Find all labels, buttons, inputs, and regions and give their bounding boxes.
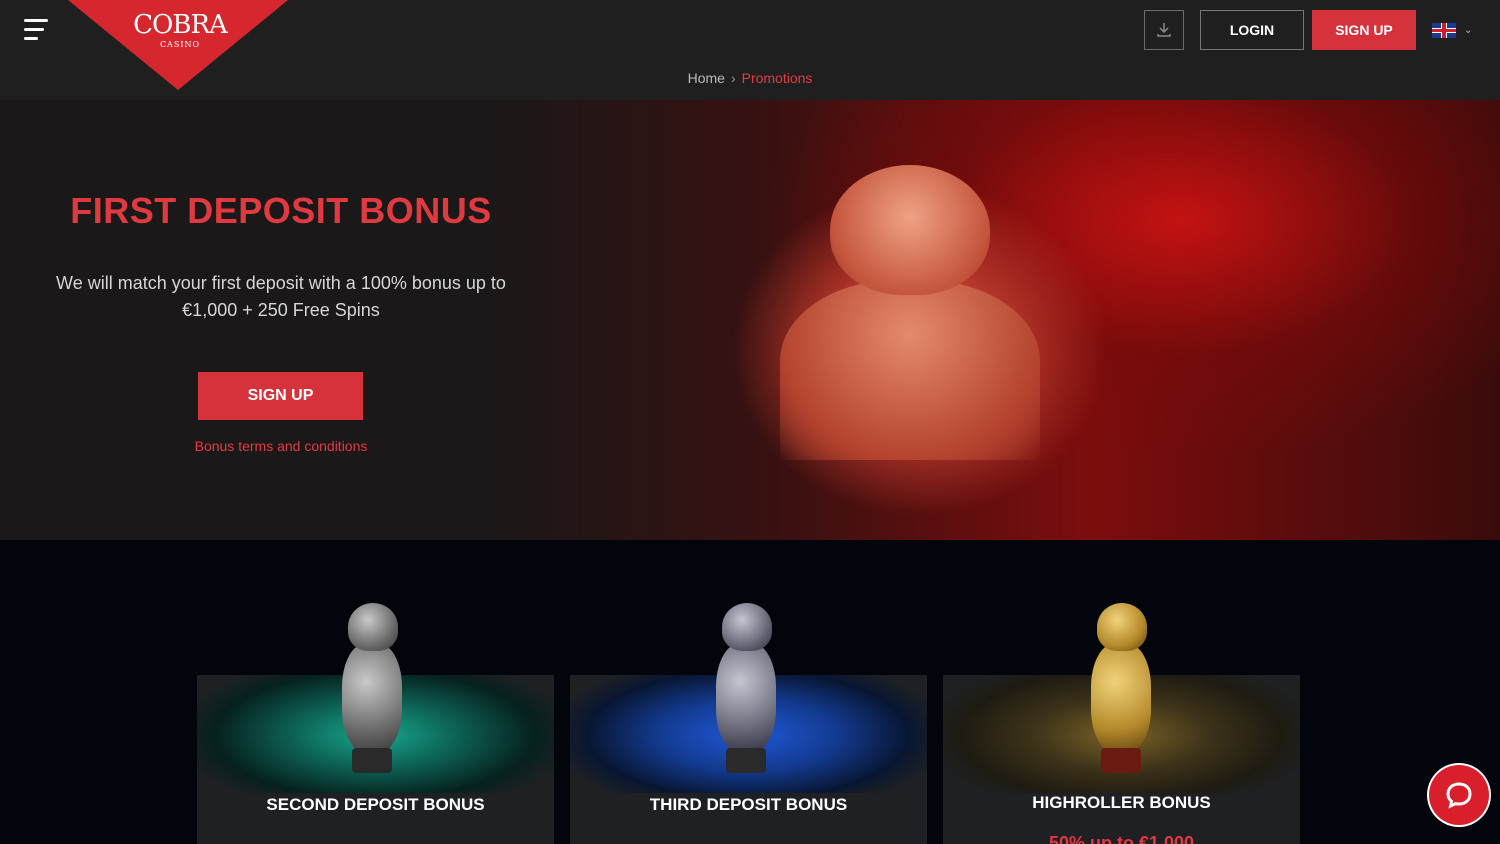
chevron-down-icon: ⌄	[1464, 24, 1473, 36]
promo-card-title: THIRD DEPOSIT BONUS	[649, 795, 848, 814]
download-button[interactable]	[1144, 10, 1184, 50]
live-chat-button[interactable]	[1429, 765, 1489, 825]
bonus-terms-link[interactable]: Bonus terms and conditions	[0, 438, 562, 454]
promo-card-title: HIGHROLLER BONUS	[1032, 793, 1211, 812]
site-header: COBRA CASINO LOGIN SIGN UP ⌄ Home › Promot…	[0, 0, 1500, 100]
logo-subtext: CASINO	[159, 40, 201, 49]
silver-snake-statue-image	[338, 603, 408, 773]
login-button[interactable]: LOGIN	[1200, 10, 1304, 50]
gold-snake-statue-image	[1087, 603, 1157, 773]
logo-text: COBRA	[133, 10, 228, 40]
breadcrumb-separator-icon: ›	[730, 70, 736, 86]
language-selector[interactable]: ⌄	[1432, 22, 1476, 38]
uk-flag-icon	[1432, 22, 1456, 38]
menu-icon[interactable]	[24, 19, 48, 41]
breadcrumb-home[interactable]: Home	[688, 70, 725, 86]
breadcrumb-current[interactable]: Promotions	[742, 70, 813, 86]
blue-snake-statue-image	[712, 603, 782, 773]
hero-title: FIRST DEPOSIT BONUS	[70, 190, 492, 231]
hero-signup-button[interactable]: SIGN UP	[198, 372, 363, 420]
promo-card-subtitle: 50% up to €1,000	[1048, 833, 1195, 844]
cobra-body-image	[780, 280, 1040, 460]
cobra-head-image	[830, 165, 990, 295]
download-icon	[1157, 23, 1171, 37]
promo-card-title: SECOND DEPOSIT BONUS	[266, 795, 485, 814]
signup-button-header[interactable]: SIGN UP	[1312, 10, 1416, 50]
breadcrumb: Home › Promotions	[0, 70, 1500, 86]
hero-description: We will match your first deposit with a …	[56, 273, 506, 320]
chat-icon	[1446, 782, 1472, 809]
